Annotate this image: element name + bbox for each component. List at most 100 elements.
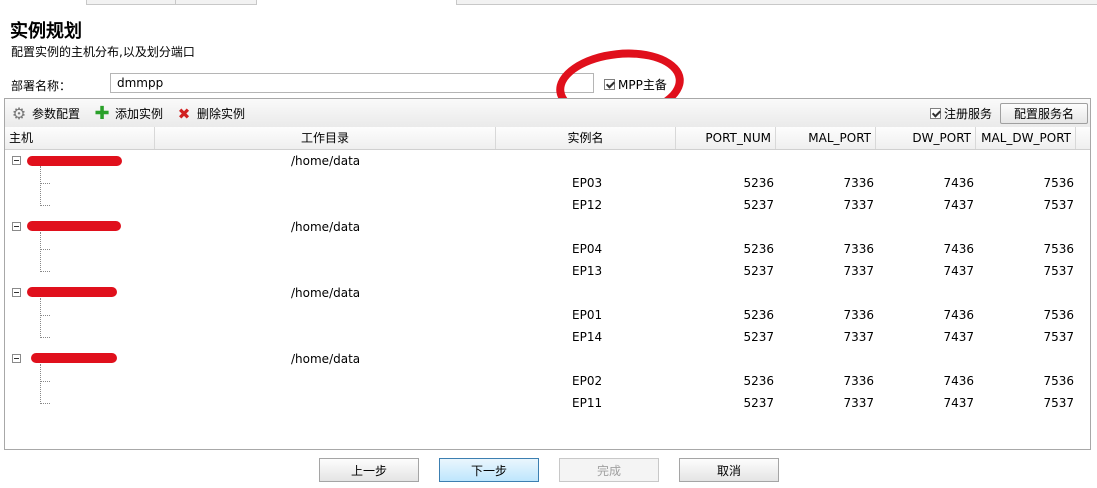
workdir-cell: /home/data [291,352,361,366]
dw-port-cell: 7437 [943,264,974,278]
collapse-toggle-icon[interactable] [12,288,21,297]
next-step-button[interactable]: 下一步 [439,458,539,482]
host-row[interactable]: /home/data [5,282,1090,304]
tab-fragment[interactable] [175,0,257,5]
instance-row[interactable]: EP12 5237 7337 7437 7537 [5,194,1090,216]
mal-port-cell: 7336 [843,308,874,322]
instance-row[interactable]: EP01 5236 7336 7436 7536 [5,304,1090,326]
redacted-host [27,156,122,166]
tree-line [40,381,50,382]
dw-port-cell: 7436 [943,242,974,256]
tree-line [40,364,41,404]
page-subtitle: 配置实例的主机分布,以及划分端口 [11,45,195,59]
mal-dw-port-cell: 7537 [1043,396,1074,410]
register-service-checkbox[interactable]: 注册服务 [930,105,992,122]
finish-button[interactable]: 完成 [559,458,659,482]
delete-instance-label: 删除实例 [197,107,246,121]
tab-fragment[interactable] [86,0,176,5]
host-row[interactable]: /home/data [5,348,1090,370]
prev-step-button[interactable]: 上一步 [319,458,419,482]
cancel-button[interactable]: 取消 [679,458,779,482]
instance-name-cell: EP03 [572,176,603,190]
instance-row[interactable]: EP03 5236 7336 7436 7536 [5,172,1090,194]
tab-fragment [456,0,1097,5]
instance-name-cell: EP11 [572,396,603,410]
instance-row[interactable]: EP13 5237 7337 7437 7537 [5,260,1090,282]
workdir-cell: /home/data [291,286,361,300]
top-tab-strip [0,0,1097,5]
port-num-cell: 5236 [743,176,774,190]
config-service-name-button[interactable]: 配置服务名 [1000,103,1088,124]
workdir-cell: /home/data [291,220,361,234]
redacted-host [27,221,121,231]
mal-dw-port-cell: 7536 [1043,176,1074,190]
mal-dw-port-cell: 7536 [1043,242,1074,256]
tree-line [40,271,50,272]
gear-icon: ⚙ [11,103,27,123]
column-header-dw-port[interactable]: DW_PORT [876,127,976,149]
tree-line [40,249,50,250]
instance-row[interactable]: EP14 5237 7337 7437 7537 [5,326,1090,348]
instance-name-cell: EP13 [572,264,603,278]
column-header-mal-port[interactable]: MAL_PORT [776,127,876,149]
host-row[interactable]: /home/data [5,216,1090,238]
delete-x-icon: ✖ [177,104,191,123]
mal-dw-port-cell: 7537 [1043,198,1074,212]
tree-line [40,205,50,206]
collapse-toggle-icon[interactable] [12,156,21,165]
add-instance-label: 添加实例 [115,107,164,121]
tree-line [40,166,41,206]
mal-port-cell: 7337 [843,198,874,212]
mal-port-cell: 7336 [843,176,874,190]
mal-port-cell: 7336 [843,374,874,388]
host-row[interactable]: /home/data [5,150,1090,172]
instance-panel: ⚙ 参数配置 ✚ 添加实例 ✖ 删除实例 注册服务 配置服务名 主机 工作目录 … [4,98,1091,450]
tree-line [40,298,41,338]
column-header-mal-dw-port[interactable]: MAL_DW_PORT [976,127,1076,149]
mal-port-cell: 7337 [843,330,874,344]
workdir-cell: /home/data [291,154,361,168]
instance-row[interactable]: EP11 5237 7337 7437 7537 [5,392,1090,414]
tree-line [40,315,50,316]
instance-row[interactable]: EP04 5236 7336 7436 7536 [5,238,1090,260]
dw-port-cell: 7436 [943,308,974,322]
redacted-host [31,353,117,363]
mal-dw-port-cell: 7537 [1043,264,1074,278]
tree-line [40,183,50,184]
mal-port-cell: 7337 [843,264,874,278]
instance-name-cell: EP14 [572,330,603,344]
params-config-button[interactable]: ⚙ 参数配置 [11,105,80,122]
checkbox-checked-icon[interactable] [930,108,941,119]
port-num-cell: 5236 [743,242,774,256]
deploy-name-input[interactable] [110,73,594,93]
instance-name-cell: EP04 [572,242,603,256]
instance-row[interactable]: EP02 5236 7336 7436 7536 [5,370,1090,392]
tree-line [40,403,50,404]
dw-port-cell: 7437 [943,330,974,344]
add-instance-button[interactable]: ✚ 添加实例 [94,104,164,122]
tree-line [40,232,41,272]
port-num-cell: 5236 [743,374,774,388]
dw-port-cell: 7436 [943,374,974,388]
mal-port-cell: 7337 [843,396,874,410]
table-header: 主机 工作目录 实例名 PORT_NUM MAL_PORT DW_PORT MA… [5,127,1090,150]
column-header-port-num[interactable]: PORT_NUM [676,127,776,149]
delete-instance-button[interactable]: ✖ 删除实例 [176,105,245,122]
port-num-cell: 5237 [743,198,774,212]
port-num-cell: 5237 [743,264,774,278]
port-num-cell: 5237 [743,396,774,410]
collapse-toggle-icon[interactable] [12,222,21,231]
mal-dw-port-cell: 7536 [1043,374,1074,388]
instance-name-cell: EP12 [572,198,603,212]
redacted-host [27,287,117,297]
mal-dw-port-cell: 7536 [1043,308,1074,322]
dw-port-cell: 7437 [943,396,974,410]
port-num-cell: 5236 [743,308,774,322]
params-config-label: 参数配置 [32,107,81,121]
column-header-workdir[interactable]: 工作目录 [155,127,496,149]
collapse-toggle-icon[interactable] [12,354,21,363]
mal-dw-port-cell: 7537 [1043,330,1074,344]
column-header-host[interactable]: 主机 [5,127,155,149]
deploy-name-label: 部署名称： [11,79,72,93]
column-header-instance-name[interactable]: 实例名 [496,127,676,149]
